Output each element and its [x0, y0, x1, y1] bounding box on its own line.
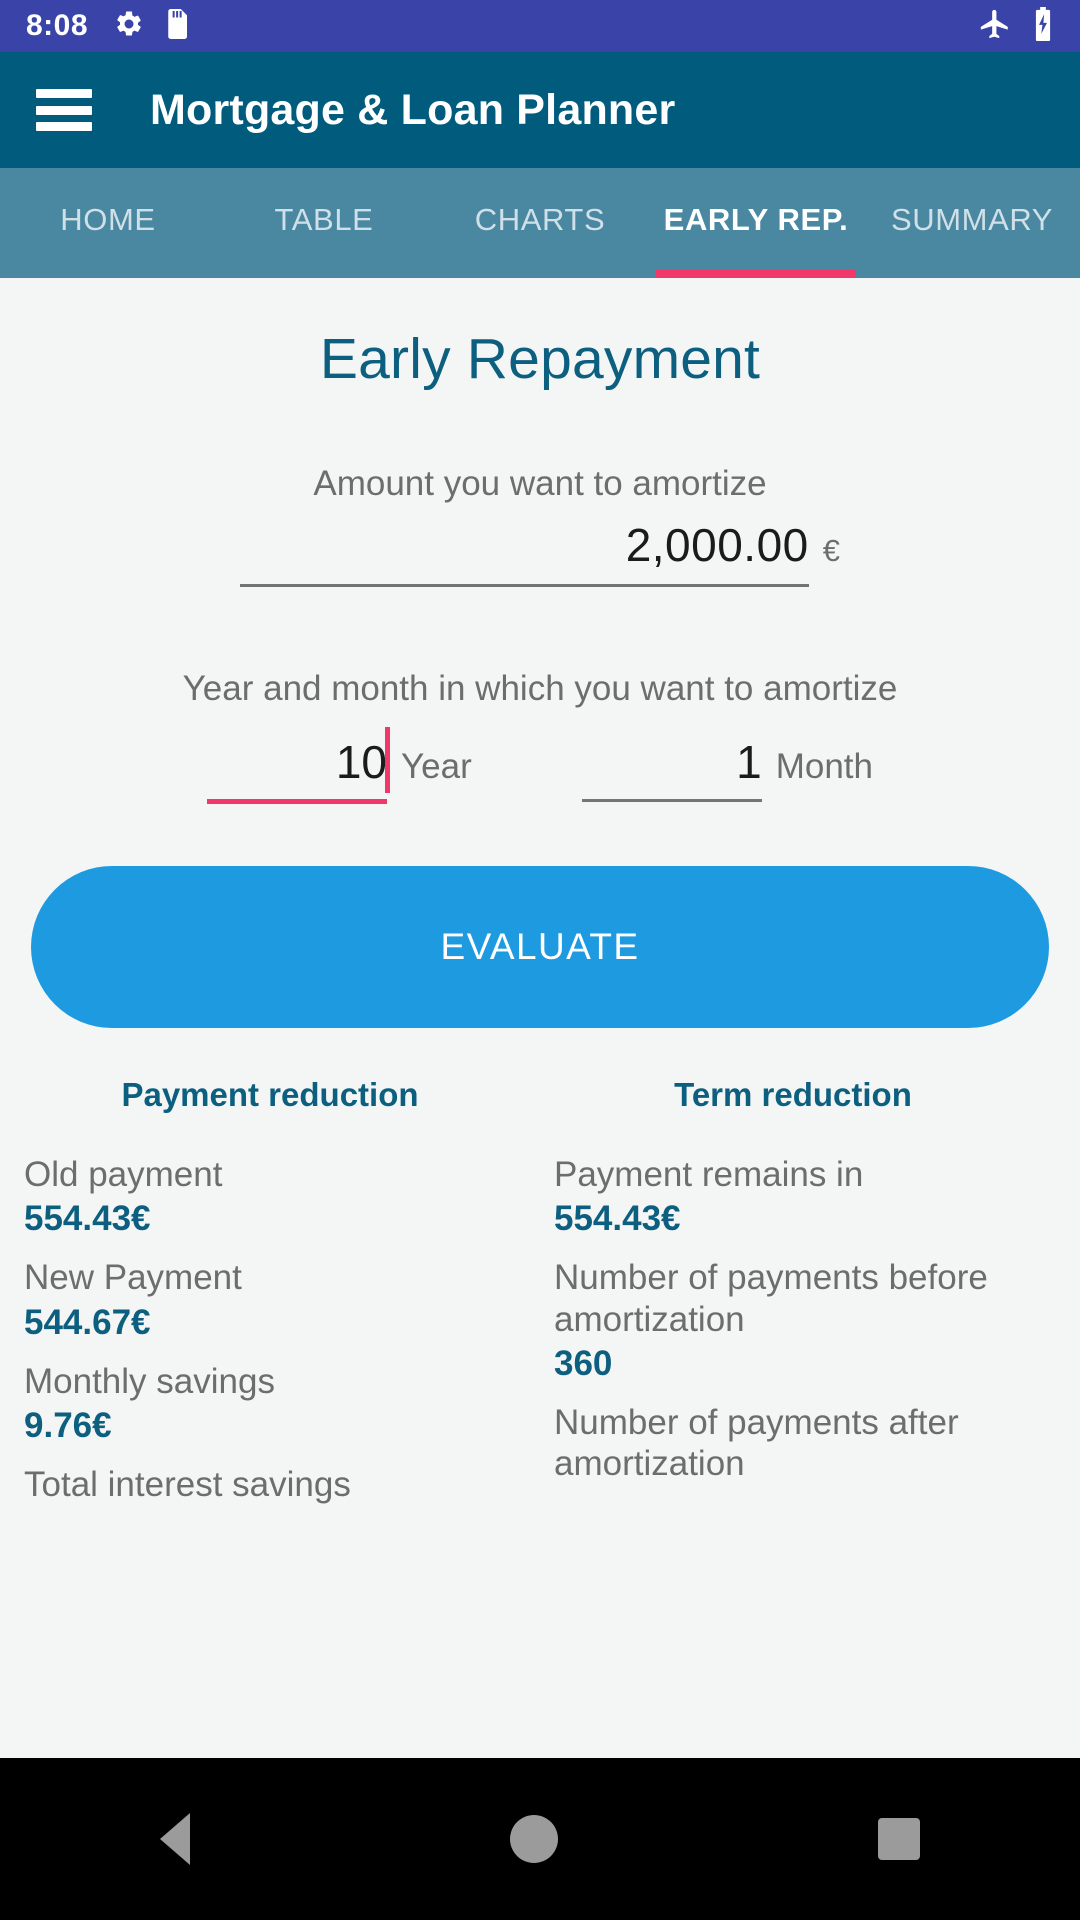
tab-bar: HOME TABLE CHARTS EARLY REP. SUMMARY [0, 168, 1080, 278]
tab-table-label: TABLE [274, 202, 374, 237]
text-cursor [385, 727, 390, 793]
sd-card-icon [164, 8, 190, 44]
hamburger-bar-2 [36, 105, 92, 115]
term-reduction-title: Term reduction [674, 1076, 912, 1113]
year-input[interactable]: 10 [207, 727, 390, 804]
total-interest-savings-label: Total interest savings [24, 1464, 351, 1504]
month-unit-label: Month [775, 747, 873, 786]
tab-summary[interactable]: SUMMARY [864, 168, 1080, 278]
new-payment-label: New Payment [24, 1258, 242, 1298]
tab-home-label: HOME [60, 202, 156, 237]
status-bar-system-icons [978, 6, 1054, 46]
month-input-value: 1 [736, 736, 762, 788]
early-repayment-content: Early Repayment Amount you want to amort… [0, 278, 1080, 1758]
tab-table[interactable]: TABLE [216, 168, 432, 278]
year-input-group: 10 Year [207, 727, 472, 804]
year-input-value: 10 [335, 736, 387, 788]
payment-reduction-title: Payment reduction [121, 1076, 419, 1113]
tab-home[interactable]: HOME [0, 168, 216, 278]
payments-before-amortization-value: 360 [554, 1343, 613, 1383]
amount-input[interactable]: 2,000.00 [240, 518, 809, 587]
payments-before-amortization-label: Number of payments before amortization [554, 1258, 988, 1339]
old-payment-label: Old payment [24, 1155, 223, 1194]
hamburger-menu-icon[interactable] [36, 89, 92, 131]
amount-field-label: Amount you want to amortize [313, 464, 767, 503]
tab-early-repayment-label: EARLY REP. [663, 202, 849, 237]
monthly-savings-value: 9.76€ [24, 1405, 112, 1445]
back-icon[interactable] [160, 1813, 190, 1865]
page-title: Early Repayment [319, 327, 761, 391]
old-payment-value: 554.43€ [24, 1199, 151, 1239]
amount-currency-suffix: € [822, 533, 840, 568]
app-screen: 8:08 Mortgage & Loan Planner HOME TABLE … [0, 0, 1080, 1920]
year-month-field-label: Year and month in which you want to amor… [182, 669, 898, 708]
system-navigation-bar [0, 1758, 1080, 1920]
month-input-group: 1 Month [581, 735, 873, 802]
month-input[interactable]: 1 [581, 735, 762, 802]
app-title: Mortgage & Loan Planner [150, 85, 676, 134]
payments-after-amortization-label: Number of payments after amortization [554, 1402, 959, 1484]
status-bar-notification-icons [114, 8, 190, 44]
tab-list: HOME TABLE CHARTS EARLY REP. SUMMARY [0, 168, 1080, 278]
monthly-savings-label: Monthly savings [24, 1361, 275, 1401]
gear-icon [114, 9, 144, 44]
active-tab-indicator [656, 270, 856, 278]
home-icon[interactable] [510, 1815, 558, 1863]
app-bar: Mortgage & Loan Planner [0, 52, 1080, 168]
airplane-mode-icon [978, 7, 1012, 46]
term-reduction-column: Term reduction Payment remains in 554.43… [540, 1076, 1056, 1505]
tab-early-repayment[interactable]: EARLY REP. [648, 168, 864, 278]
tab-charts-label: CHARTS [474, 202, 606, 237]
amount-input-row: 2,000.00 € [240, 518, 840, 587]
content-fade-overlay [0, 1638, 1080, 1758]
status-bar-clock: 8:08 [26, 9, 89, 42]
year-unit-label: Year [401, 747, 472, 786]
recents-icon[interactable] [878, 1818, 920, 1860]
results-section: Payment reduction Old payment 554.43€ Ne… [0, 1076, 1080, 1505]
hamburger-bar-1 [36, 89, 92, 98]
payment-reduction-column: Payment reduction Old payment 554.43€ Ne… [24, 1076, 540, 1505]
evaluate-button[interactable]: EVALUATE [31, 866, 1049, 1028]
new-payment-value: 544.67€ [24, 1302, 151, 1342]
payment-remains-label: Payment remains in [554, 1155, 864, 1194]
amount-input-value: 2,000.00 [625, 519, 809, 571]
year-month-input-row: 10 Year 1 Month [0, 727, 1080, 804]
hamburger-bar-3 [36, 122, 92, 131]
tab-summary-label: SUMMARY [890, 202, 1054, 237]
tab-charts[interactable]: CHARTS [432, 168, 648, 278]
status-bar: 8:08 [0, 0, 1080, 52]
battery-charging-icon [1032, 6, 1054, 46]
payment-remains-value: 554.43€ [554, 1199, 681, 1239]
